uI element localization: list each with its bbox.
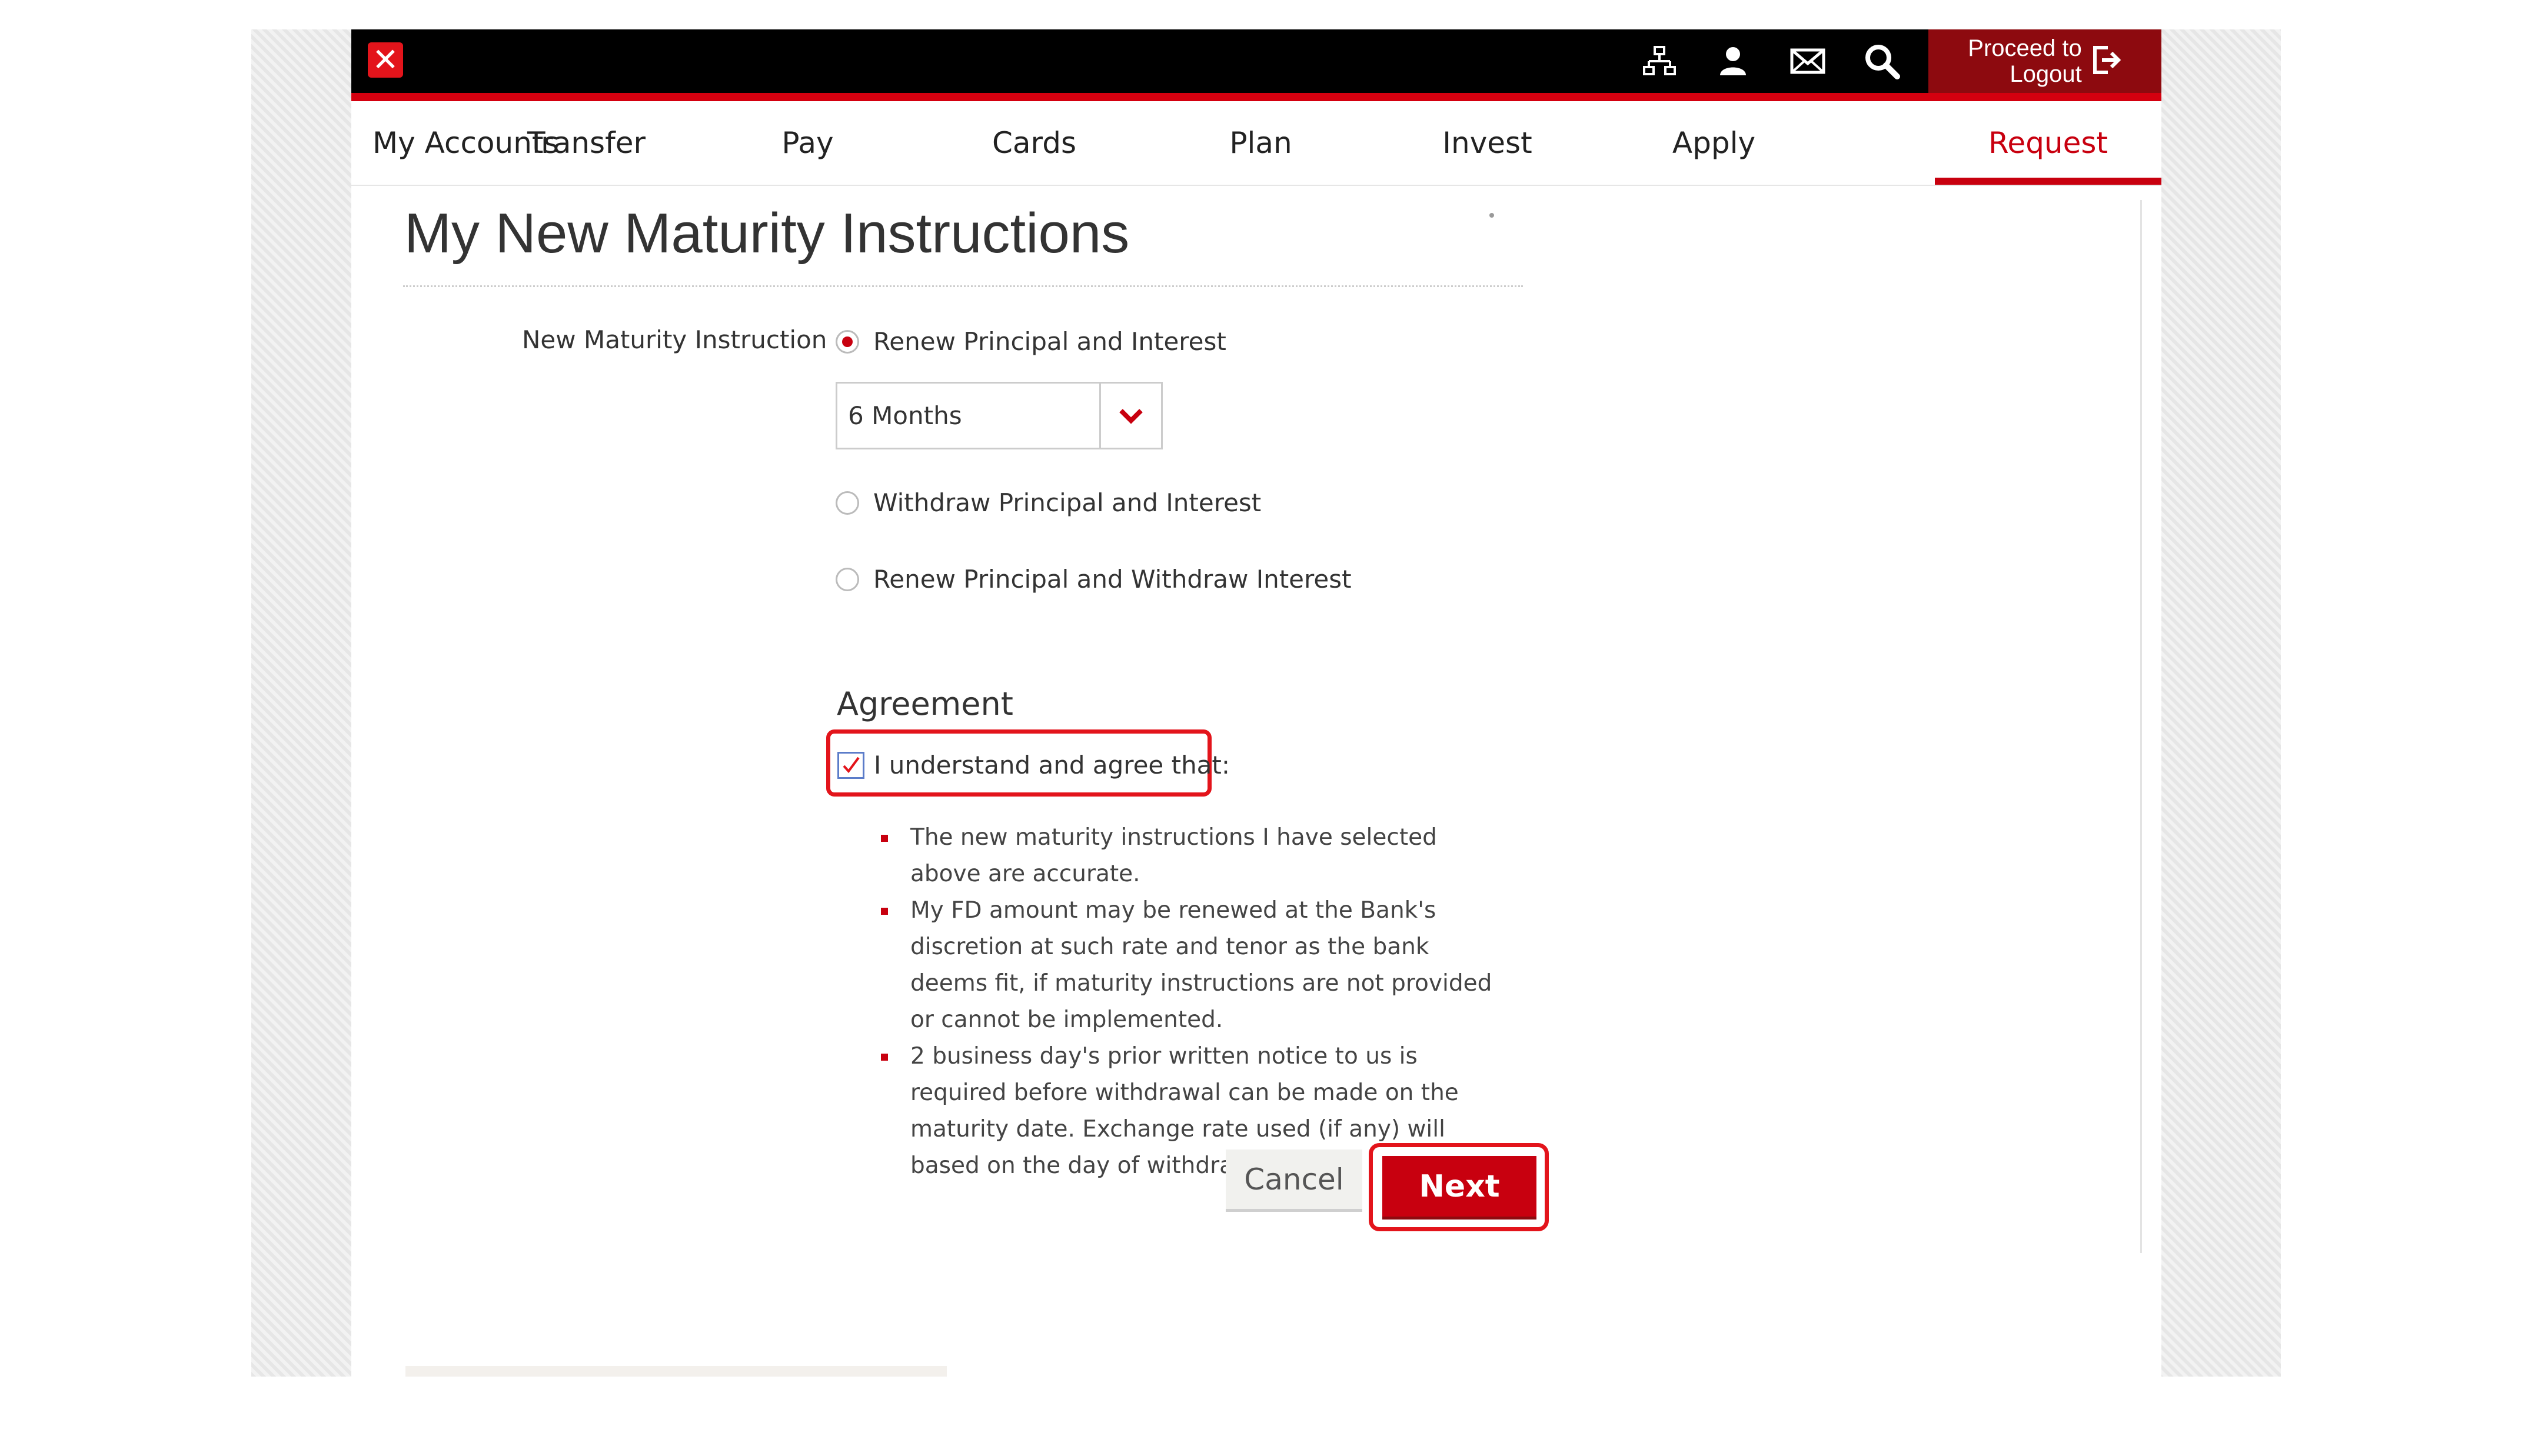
nav-item-cards[interactable]: Cards (921, 101, 1147, 185)
option-renew-principal-interest[interactable]: Renew Principal and Interest (836, 327, 1226, 356)
list-item: My FD amount may be renewed at the Bank'… (881, 892, 1493, 1038)
footer-strip (405, 1366, 947, 1377)
next-button[interactable]: Next (1382, 1156, 1536, 1220)
option-renew-principal-withdraw-interest[interactable]: Renew Principal and Withdraw Interest (836, 565, 1352, 594)
content-right-border (2140, 200, 2142, 1253)
radio-withdraw-principal-interest[interactable] (836, 491, 859, 515)
option-withdraw-principal-interest[interactable]: Withdraw Principal and Interest (836, 488, 1261, 517)
agreement-terms-list: The new maturity instructions I have sel… (881, 819, 1493, 1184)
tenor-select-value: 6 Months (848, 401, 962, 430)
page-container: ✕ Proceed to Logout My Accounts Transfer… (351, 29, 2161, 1377)
agreement-checkbox-row[interactable]: I understand and agree that: (837, 751, 1230, 779)
nav-item-pay[interactable]: Pay (694, 101, 921, 185)
user-icon[interactable] (1707, 42, 1759, 80)
cancel-button[interactable]: Cancel (1226, 1150, 1362, 1212)
title-divider (403, 285, 1523, 287)
page-title: My New Maturity Instructions (404, 202, 1130, 265)
top-bar: ✕ Proceed to Logout (351, 29, 2161, 101)
list-item: The new maturity instructions I have sel… (881, 819, 1493, 892)
decorative-dot (1489, 213, 1494, 218)
agreement-checkbox[interactable] (837, 751, 864, 779)
main-nav: My Accounts Transfer Pay Cards Plan Inve… (351, 101, 2161, 186)
agreement-checkbox-label: I understand and agree that: (874, 751, 1230, 779)
mail-icon[interactable] (1781, 42, 1834, 80)
option-label: Withdraw Principal and Interest (873, 488, 1262, 517)
option-label: Renew Principal and Interest (873, 327, 1226, 356)
nav-item-plan[interactable]: Plan (1147, 101, 1374, 185)
maturity-instruction-label: New Maturity Instruction (522, 325, 827, 354)
radio-renew-principal-interest[interactable] (836, 329, 859, 354)
logout-label-line2: Logout (2010, 61, 2082, 87)
search-icon[interactable] (1855, 42, 1908, 80)
option-label: Renew Principal and Withdraw Interest (873, 565, 1352, 594)
checkmark-icon (843, 757, 860, 773)
bank-logo[interactable]: ✕ (368, 42, 403, 78)
agreement-heading: Agreement (837, 685, 1013, 722)
radio-renew-principal-withdraw-interest[interactable] (836, 567, 859, 591)
nav-item-transfer[interactable]: Transfer (352, 101, 685, 185)
tenor-select[interactable]: 6 Months (836, 382, 1163, 449)
logout-icon (2090, 44, 2122, 78)
sitemap-icon[interactable] (1633, 42, 1686, 80)
chevron-down-icon[interactable] (1099, 384, 1161, 448)
logout-label: Proceed to Logout (1968, 35, 2081, 87)
nav-item-apply[interactable]: Apply (1601, 101, 1827, 185)
nav-item-request[interactable]: Request (1935, 101, 2161, 185)
logout-label-line1: Proceed to (1968, 35, 2082, 61)
logout-button[interactable]: Proceed to Logout (1928, 29, 2161, 93)
nav-item-invest[interactable]: Invest (1374, 101, 1601, 185)
